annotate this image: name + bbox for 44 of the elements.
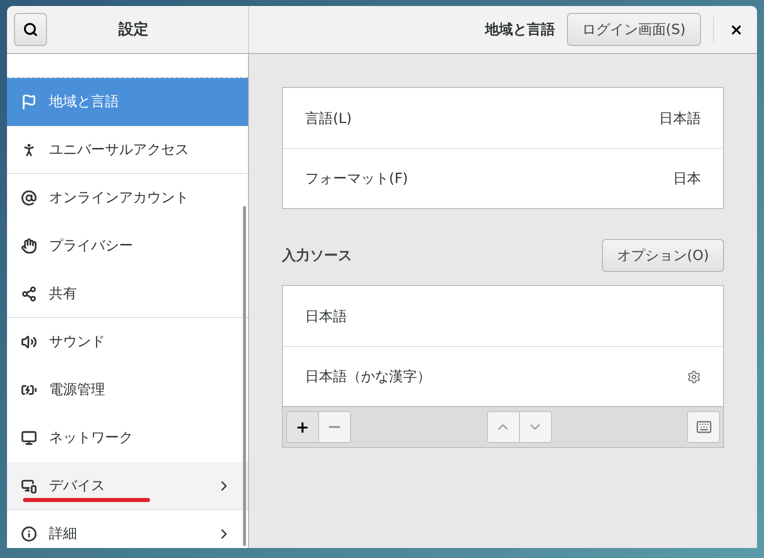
options-button[interactable]: オプション(O): [602, 239, 724, 272]
at-sign-icon: [21, 190, 37, 206]
minus-icon: [329, 426, 340, 428]
search-icon: [23, 22, 38, 37]
sidebar-label: 地域と言語: [49, 92, 120, 110]
sidebar-label: デバイス: [49, 476, 106, 494]
share-icon: [21, 286, 37, 302]
section-title: 入力ソース: [282, 246, 352, 264]
plus-icon: [295, 420, 310, 434]
setting-label: 言語(L): [305, 110, 352, 128]
info-icon: [21, 526, 37, 542]
sidebar-label: プライバシー: [49, 236, 134, 254]
setting-row[interactable]: フォーマット(F) 日本: [283, 148, 723, 208]
setting-value: 日本: [673, 170, 701, 188]
login-screen-button[interactable]: ログイン画面(S): [566, 13, 701, 46]
input-source-label: 日本語: [305, 308, 347, 326]
sidebar-label: サウンド: [49, 332, 106, 350]
search-button[interactable]: [14, 13, 47, 46]
flag-icon: [21, 94, 37, 110]
sidebar-label: 詳細: [49, 524, 78, 542]
accessibility-icon: [21, 142, 37, 158]
gear-icon[interactable]: [687, 370, 701, 384]
scrollbar[interactable]: [243, 206, 246, 546]
sidebar-label: 電源管理: [49, 380, 106, 398]
setting-row[interactable]: 言語(L) 日本語: [283, 88, 723, 148]
sidebar-item[interactable]: デバイス: [7, 462, 248, 510]
speaker-icon: [21, 334, 37, 350]
close-button[interactable]: ×: [712, 16, 743, 43]
sidebar-label: 共有: [49, 284, 78, 302]
window-title: 設定: [117, 20, 150, 39]
input-source-row[interactable]: 日本語: [283, 286, 723, 346]
sidebar-label: オンラインアカウント: [49, 188, 190, 206]
devices-icon: [21, 478, 37, 494]
setting-value: 日本語: [659, 110, 701, 128]
sidebar-label: ネットワーク: [49, 428, 134, 446]
keyboard-icon: [696, 419, 712, 435]
page-title: 地域と言語: [484, 20, 555, 38]
setting-label: フォーマット(F): [305, 170, 408, 188]
add-button[interactable]: [286, 411, 319, 443]
hand-icon: [21, 238, 37, 254]
keyboard-button[interactable]: [687, 411, 720, 443]
sidebar-label: ユニバーサルアクセス: [49, 140, 190, 158]
monitor-icon: [21, 430, 37, 446]
input-source-label: 日本語（かな漢字）: [305, 368, 431, 386]
